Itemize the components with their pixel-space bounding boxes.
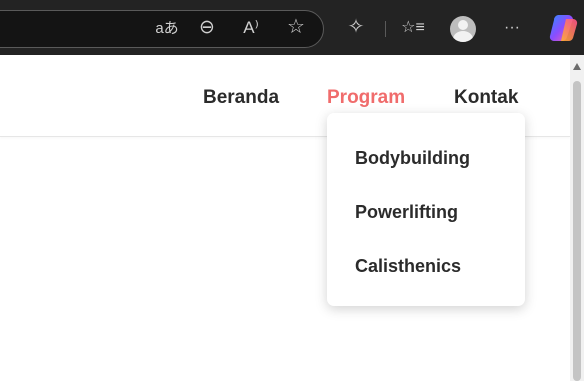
favorite-star-icon[interactable]: ☆ bbox=[284, 17, 308, 37]
favorites-list-icon[interactable]: ☆≡ bbox=[398, 18, 428, 38]
web-page: Beranda Program Kontak Bodybuilding Powe… bbox=[0, 55, 570, 381]
more-options-icon[interactable]: ··· bbox=[498, 18, 526, 38]
scroll-thumb[interactable] bbox=[573, 81, 581, 381]
nav-link-kontak[interactable]: Kontak bbox=[454, 87, 518, 109]
profile-avatar[interactable] bbox=[450, 16, 476, 42]
nav-link-beranda[interactable]: Beranda bbox=[203, 87, 279, 109]
scroll-up-arrow-icon[interactable] bbox=[573, 63, 581, 70]
page-scrollbar[interactable] bbox=[570, 55, 584, 381]
read-aloud-icon[interactable]: A⁾ bbox=[238, 18, 264, 38]
copilot-icon[interactable] bbox=[548, 13, 580, 43]
dropdown-item-powerlifting[interactable]: Powerlifting bbox=[355, 202, 458, 223]
program-dropdown-menu: Bodybuilding Powerlifting Calisthenics bbox=[327, 113, 525, 306]
dropdown-item-calisthenics[interactable]: Calisthenics bbox=[355, 256, 461, 277]
dropdown-item-bodybuilding[interactable]: Bodybuilding bbox=[355, 148, 470, 169]
avatar-head bbox=[458, 20, 468, 30]
toolbar-separator bbox=[385, 21, 386, 37]
nav-link-program[interactable]: Program bbox=[327, 87, 405, 109]
browser-toolbar: aあ ⊖ A⁾ ☆ ✧ ☆≡ ··· bbox=[0, 0, 584, 55]
extensions-icon[interactable]: ✧ bbox=[344, 17, 368, 37]
zoom-out-icon[interactable]: ⊖ bbox=[195, 18, 219, 38]
translate-icon[interactable]: aあ bbox=[150, 19, 184, 39]
avatar-shoulder bbox=[453, 31, 473, 42]
